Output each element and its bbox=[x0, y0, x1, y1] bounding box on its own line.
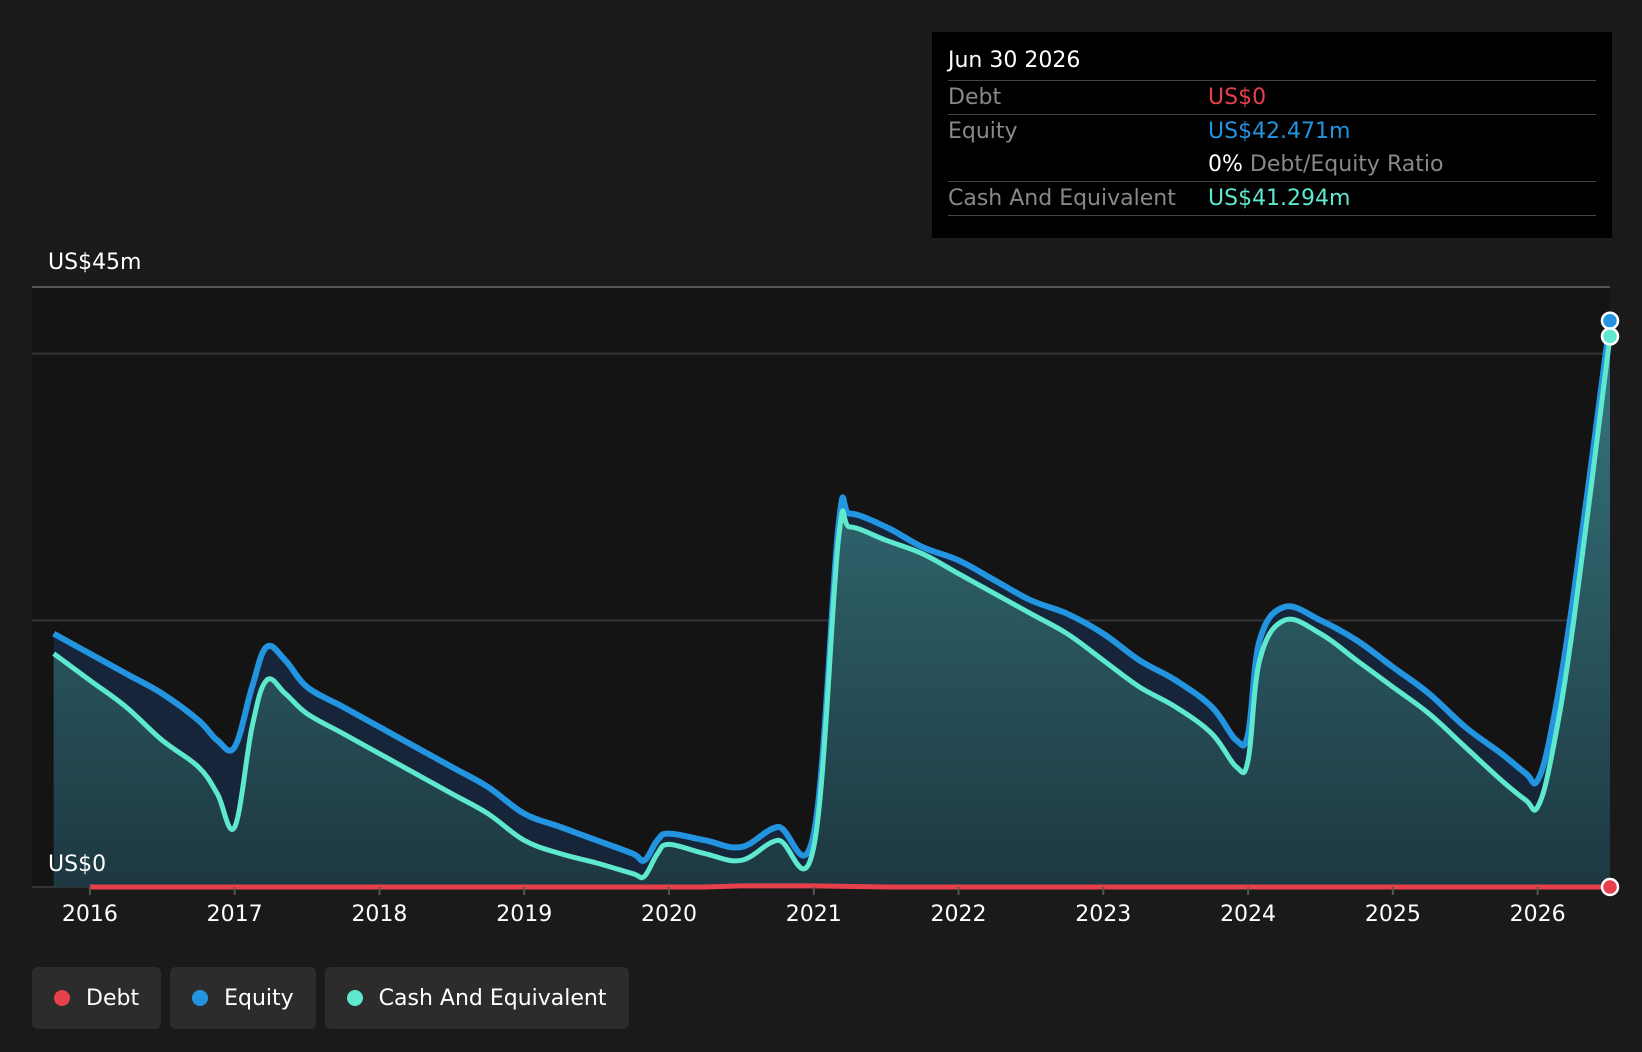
debt-dot-icon bbox=[54, 990, 70, 1006]
debt-end-marker bbox=[1600, 877, 1620, 897]
tooltip-cash-label: Cash And Equivalent bbox=[948, 186, 1176, 211]
legend-item-equity[interactable]: Equity bbox=[170, 967, 316, 1029]
legend-item-cash[interactable]: Cash And Equivalent bbox=[324, 967, 629, 1029]
x-tick-label: 2024 bbox=[1220, 902, 1276, 927]
equity-end-marker bbox=[1600, 311, 1620, 330]
x-tick-label: 2020 bbox=[641, 902, 697, 927]
x-tick-label: 2022 bbox=[931, 902, 987, 927]
debt-line bbox=[89, 883, 1610, 890]
x-tick-label: 2018 bbox=[351, 902, 407, 927]
tooltip-cash-row: Cash And Equivalent US$41.294m bbox=[948, 182, 1596, 216]
x-tick-label: 2023 bbox=[1075, 902, 1131, 927]
tooltip-cash-value: US$41.294m bbox=[1208, 186, 1351, 211]
x-tick-label: 2025 bbox=[1365, 902, 1421, 927]
tooltip-equity-row: Equity US$42.471m bbox=[948, 115, 1596, 148]
tooltip-debt-row: Debt US$0 bbox=[948, 81, 1596, 115]
tooltip-equity-value: US$42.471m bbox=[1208, 119, 1351, 144]
tooltip-ratio-row: 0% Debt/Equity Ratio bbox=[948, 148, 1596, 182]
y-axis-bottom-label: US$0 bbox=[48, 852, 106, 877]
y-axis-top-label: US$45m bbox=[48, 250, 142, 275]
tooltip-ratio-value: 0% bbox=[1208, 152, 1243, 177]
tooltip-date: Jun 30 2026 bbox=[948, 46, 1596, 81]
hover-tooltip: Jun 30 2026 Debt US$0 Equity US$42.471m … bbox=[932, 32, 1612, 238]
legend-label-cash: Cash And Equivalent bbox=[378, 985, 607, 1011]
cash-end-marker bbox=[1600, 327, 1620, 346]
cash-dot-icon bbox=[346, 990, 363, 1006]
tooltip-ratio-label: Debt/Equity Ratio bbox=[1249, 152, 1444, 177]
legend-item-debt[interactable]: Debt bbox=[32, 967, 162, 1029]
tooltip-equity-label: Equity bbox=[948, 119, 1018, 144]
tooltip-debt-value: US$0 bbox=[1208, 85, 1267, 110]
x-tick-label: 2021 bbox=[786, 902, 842, 927]
legend-label-equity: Equity bbox=[224, 985, 294, 1011]
x-tick-label: 2026 bbox=[1510, 902, 1566, 927]
x-tick-label: 2017 bbox=[207, 902, 263, 927]
legend-label-debt: Debt bbox=[86, 985, 140, 1011]
tooltip-debt-label: Debt bbox=[948, 85, 1002, 110]
x-axis-ticks: 2016 2017 2018 2019 2020 2021 2022 2023 2024 2025… bbox=[62, 887, 1566, 927]
equity-dot-icon bbox=[192, 990, 209, 1006]
x-tick-label: 2016 bbox=[62, 902, 118, 927]
x-tick-label: 2019 bbox=[496, 902, 552, 927]
chart-legend: Debt Equity Cash And Equivalent bbox=[32, 967, 629, 1029]
